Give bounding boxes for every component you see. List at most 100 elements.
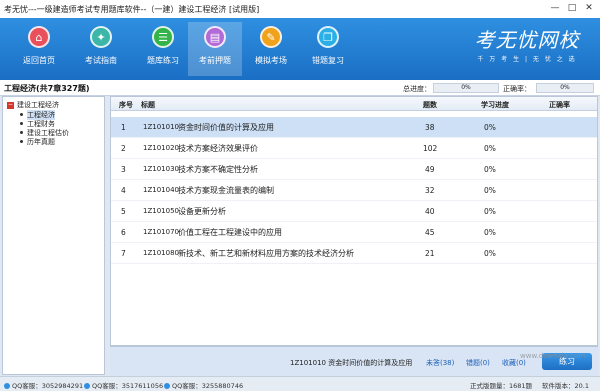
pre-exam-button[interactable]: ▤ 考前押题 xyxy=(188,22,242,76)
row-code: 1Z101040 xyxy=(143,186,179,194)
row-code: 1Z101050 xyxy=(143,207,179,215)
table-header: 序号 标题 题数 学习进度 正确率 xyxy=(111,97,597,111)
collapse-icon[interactable]: − xyxy=(7,101,14,109)
home-icon: ⌂ xyxy=(28,26,50,48)
bullet-icon xyxy=(20,122,23,125)
row-title: 技术方案现金流量表的编制 xyxy=(178,186,274,195)
minimize-button[interactable]: — xyxy=(548,2,562,14)
tree-root[interactable]: − 建设工程经济 xyxy=(7,100,104,110)
row-progress: 0% xyxy=(484,249,496,258)
watermark: www.downxia.com xyxy=(520,352,586,360)
row-count: 40 xyxy=(425,207,435,216)
mock-exam-button[interactable]: ✎ 模拟考场 xyxy=(244,22,298,76)
home-button[interactable]: ⌂ 返回首页 xyxy=(12,22,66,76)
wrong-review-label: 错题复习 xyxy=(312,56,344,65)
accuracy-bar: 0% xyxy=(536,83,594,93)
row-count: 45 xyxy=(425,228,435,237)
action-bar: 1Z101010 资金时间价值的计算及应用 未答(38) 错题(0) 收藏(0)… xyxy=(110,346,598,376)
tree-item-label: 历年真题 xyxy=(27,137,55,146)
row-title: 新技术、新工艺和新材料应用方案的技术经济分析 xyxy=(178,249,354,258)
mock-exam-label: 模拟考场 xyxy=(255,56,287,65)
col-header-no: 序号 xyxy=(119,101,133,109)
exam-guide-button[interactable]: ✦ 考试指南 xyxy=(74,22,128,76)
qq-icon xyxy=(84,383,90,389)
row-no: 7 xyxy=(121,249,126,258)
tree-item-cost-estimation[interactable]: 建设工程估价 xyxy=(7,128,104,137)
row-no: 1 xyxy=(121,123,126,132)
row-code: 1Z101080 xyxy=(143,249,179,257)
bullet-icon xyxy=(20,131,23,134)
question-bank-button[interactable]: ☰ 题库练习 xyxy=(136,22,190,76)
bullet-icon xyxy=(20,113,23,116)
row-progress: 0% xyxy=(484,228,496,237)
row-code: 1Z101020 xyxy=(143,144,179,152)
main-toolbar: ⌂ 返回首页 ✦ 考试指南 ☰ 题库练习 ▤ 考前押题 ✎ 模拟考场 ❐ 错题复… xyxy=(0,18,600,80)
maximize-button[interactable]: □ xyxy=(565,2,579,14)
row-title: 技术方案不确定性分析 xyxy=(178,165,258,174)
close-button[interactable]: ✕ xyxy=(582,2,596,14)
table-row[interactable]: 7 1Z101080 新技术、新工艺和新材料应用方案的技术经济分析 21 0% xyxy=(111,243,597,264)
brand-name: 考无忧网校 xyxy=(474,28,580,52)
qq-support-2[interactable]: QQ客服：3517611056 xyxy=(84,380,163,390)
row-no: 3 xyxy=(121,165,126,174)
question-bank-label: 题库练习 xyxy=(147,56,179,65)
exam-guide-label: 考试指南 xyxy=(85,56,117,65)
row-progress: 0% xyxy=(484,144,496,153)
row-progress: 0% xyxy=(484,207,496,216)
section-header: 工程经济(共7章327题) 总进度： 0% 正确率： 0% xyxy=(0,80,600,96)
col-header-title: 标题 xyxy=(141,101,155,109)
title-bar: 考无忧---一级建造师考试专用题库软件--（一建）建设工程经济 [试用版] — … xyxy=(0,0,600,18)
window-title: 考无忧---一级建造师考试专用题库软件--（一建）建设工程经济 [试用版] xyxy=(4,4,260,14)
row-progress: 0% xyxy=(484,165,496,174)
status-bar: QQ客服：3052984291 QQ客服：3517611056 QQ客服：325… xyxy=(0,376,600,391)
row-code: 1Z101010 xyxy=(143,123,179,131)
table-row[interactable]: 1 1Z101010 资金时间价值的计算及应用 38 0% xyxy=(111,117,597,138)
home-label: 返回首页 xyxy=(23,56,55,65)
chapter-table: 序号 标题 题数 学习进度 正确率 1 1Z101010 资金时间价值的计算及应… xyxy=(110,96,598,346)
row-code: 1Z101030 xyxy=(143,165,179,173)
row-progress: 0% xyxy=(484,123,496,132)
total-progress-label: 总进度： xyxy=(403,85,431,93)
table-row[interactable]: 6 1Z101070 价值工程在工程建设中的应用 45 0% xyxy=(111,222,597,243)
software-version: 软件版本：20.1 xyxy=(542,382,589,390)
section-title: 工程经济(共7章327题) xyxy=(4,84,90,93)
tree-root-label: 建设工程经济 xyxy=(17,101,59,109)
compass-icon: ✦ xyxy=(90,26,112,48)
col-header-progress: 学习进度 xyxy=(481,101,509,109)
row-count: 49 xyxy=(425,165,435,174)
total-question-count: 正式版题量：1681题 xyxy=(470,382,533,390)
pre-exam-label: 考前押题 xyxy=(199,56,231,65)
table-row[interactable]: 5 1Z101050 设备更新分析 40 0% xyxy=(111,201,597,222)
row-title: 价值工程在工程建设中的应用 xyxy=(178,228,282,237)
qq-icon xyxy=(164,383,170,389)
qq-support-1[interactable]: QQ客服：3052984291 xyxy=(4,380,83,390)
tree-item-past-exams[interactable]: 历年真题 xyxy=(7,137,104,146)
wrong-questions-link[interactable]: 错题(0) xyxy=(466,358,490,368)
unanswered-link[interactable]: 未答(38) xyxy=(426,358,454,368)
table-row[interactable]: 4 1Z101040 技术方案现金流量表的编制 32 0% xyxy=(111,180,597,201)
list-icon: ☰ xyxy=(152,26,174,48)
tree-item-engineering-economy[interactable]: 工程经济 xyxy=(7,109,104,120)
table-row[interactable]: 2 1Z101020 技术方案经济效果评价 102 0% xyxy=(111,138,597,159)
qq-icon xyxy=(4,383,10,389)
chapter-tree: − 建设工程经济 工程经济 工程财务 建设工程估价 历年真题 xyxy=(2,96,105,375)
qq-support-3[interactable]: QQ客服：3255880746 xyxy=(164,380,243,390)
row-no: 4 xyxy=(121,186,126,195)
row-count: 102 xyxy=(423,144,438,153)
row-count: 38 xyxy=(425,123,435,132)
row-no: 5 xyxy=(121,207,126,216)
wrong-review-button[interactable]: ❐ 错题复习 xyxy=(301,22,355,76)
row-title: 设备更新分析 xyxy=(178,207,226,216)
accuracy-label: 正确率： xyxy=(503,85,531,93)
row-title: 资金时间价值的计算及应用 xyxy=(178,123,274,132)
pencil-icon: ✎ xyxy=(260,26,282,48)
row-no: 2 xyxy=(121,144,126,153)
brand-slogan: 千 万 考 生 | 无 忧 之 选 xyxy=(477,56,577,63)
clipboard-icon: ❐ xyxy=(317,26,339,48)
row-progress: 0% xyxy=(484,186,496,195)
row-title: 技术方案经济效果评价 xyxy=(178,144,258,153)
bullet-icon xyxy=(20,140,23,143)
row-count: 21 xyxy=(425,249,435,258)
row-code: 1Z101070 xyxy=(143,228,179,236)
table-row[interactable]: 3 1Z101030 技术方案不确定性分析 49 0% xyxy=(111,159,597,180)
